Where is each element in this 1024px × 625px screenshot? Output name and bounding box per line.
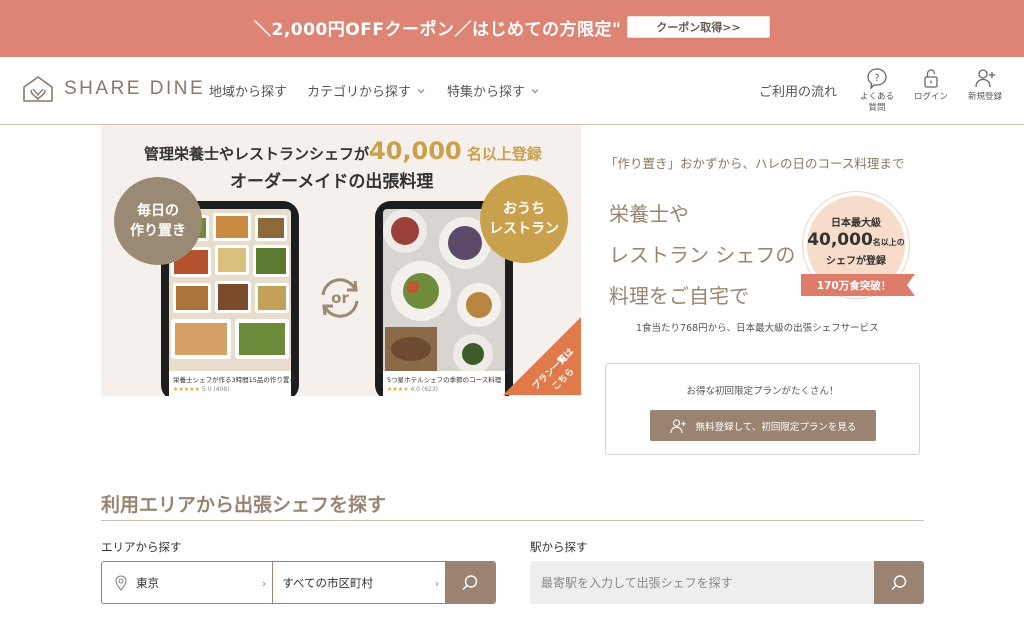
chevron-right-icon: › — [434, 577, 440, 590]
user-plus-icon — [975, 69, 995, 88]
map-pin-icon — [115, 575, 127, 591]
logo-house-icon — [23, 76, 53, 102]
nav-area-search[interactable]: 地域から探す — [209, 81, 287, 100]
rating-value: 5.0 (408) — [201, 386, 230, 393]
signup-label: 新規登録 — [967, 92, 1002, 102]
city-select[interactable]: すべての市区町村 › — [273, 562, 445, 603]
plan-list-corner-ribbon[interactable]: プラン一覧は こちら — [503, 315, 581, 395]
intro-tagline: 「作り置き」おかずから、ハレの日のコース料理まで — [605, 156, 905, 171]
seal-number: 40,000 — [807, 230, 873, 250]
plan-note: お得な初回限定プランがたくさん！ — [686, 386, 839, 397]
get-coupon-button[interactable]: クーポン取得>> — [627, 16, 770, 38]
area-search-box: 東京 › すべての市区町村 › — [101, 561, 496, 604]
section-divider — [101, 520, 924, 521]
faq-label: よくある 質問 — [859, 92, 894, 113]
logo[interactable]: SHARE DINE — [22, 75, 205, 103]
hero-title-line2: オーダーメイドの出張料理 — [230, 172, 434, 192]
seal-line3: シェフが登録 — [826, 256, 886, 267]
lock-icon — [924, 69, 938, 88]
usage-flow-link[interactable]: ご利用の流れ — [759, 81, 837, 100]
nav-label: 地域から探す — [209, 85, 288, 100]
promo-banner: ＼2,000円OFFクーポン／はじめての方限定" クーポン取得>> — [0, 0, 1024, 57]
headline-line: 料理をご自宅で — [609, 284, 749, 308]
hero-banner[interactable]: 管理栄養士やレストランシェフが40,000 名以上登録 オーダーメイドの出張料理… — [101, 125, 581, 396]
hero-title-line1: 管理栄養士やレストランシェフが40,000 名以上登録 — [144, 137, 542, 165]
nav-category-search[interactable]: カテゴリから探す — [307, 81, 427, 100]
signup-link[interactable]: 新規登録 — [960, 67, 1010, 103]
intro-headline: 栄養士や レストラン シェフの 料理をご自宅で — [609, 194, 795, 317]
station-search-label: 駅から探す — [530, 540, 588, 554]
hero-title-pre: 管理栄養士やレストランシェフが — [144, 145, 370, 163]
intro-subline: 1食当たり768円から、日本最大級の出張シェフサービス — [636, 323, 879, 334]
plan-card-title: 栄養士シェフが作る3時間15品の作り置き — [173, 376, 296, 384]
meals-served-ribbon: 170万食突破！ — [801, 274, 915, 296]
question-bubble-icon: ? — [867, 68, 887, 89]
badge-home-restaurant: おうち レストラン — [480, 175, 568, 263]
area-search-button[interactable] — [445, 562, 495, 603]
badge-daily-prep: 毎日の 作り置き — [114, 177, 202, 265]
search-icon — [462, 574, 478, 590]
svg-text:or: or — [331, 289, 349, 307]
area-search-label: エリアから探す — [101, 540, 182, 554]
free-signup-plan-button[interactable]: 無料登録して、初回限定プランを見る — [650, 410, 876, 441]
city-value: すべての市区町村 — [282, 575, 373, 590]
promo-text: ＼2,000円OFFクーポン／はじめての方限定" — [254, 20, 622, 40]
plan-card-rating: ★★★★★ 5.0 (408) — [173, 386, 287, 393]
first-time-plan-box: お得な初回限定プランがたくさん！ 無料登録して、初回限定プランを見る — [605, 363, 920, 455]
plan-card-title: 5つ星ホテルシェフの季節のコース料理 — [387, 376, 502, 384]
chevron-down-icon — [531, 88, 539, 93]
search-icon — [891, 574, 907, 590]
hero-title-number: 40,000 — [369, 137, 462, 165]
login-label: ログイン — [913, 92, 948, 102]
plan-card-right: 5つ星ホテルシェフの季節のコース料理 ★★★★ 4.0 (623) — [383, 371, 505, 396]
nav-label: カテゴリから探す — [307, 85, 412, 100]
station-search-input[interactable] — [530, 561, 874, 604]
plan-button-label: 無料登録して、初回限定プランを見る — [695, 421, 857, 433]
chevron-down-icon — [417, 88, 425, 93]
svg-text:?: ? — [874, 73, 879, 84]
chevron-right-icon: › — [261, 577, 267, 590]
prefecture-select[interactable]: 東京 › — [102, 562, 274, 603]
area-search-title: 利用エリアから出張シェフを探す — [101, 494, 387, 516]
seal-line1: 日本最大級 — [831, 218, 881, 229]
seal-number-line: 40,000名以上の — [807, 230, 905, 250]
logo-text: SHARE DINE — [64, 78, 206, 99]
login-link[interactable]: ログイン — [906, 67, 956, 103]
site-header: SHARE DINE 地域から探す カテゴリから探す 特集から探す ご利用の流れ… — [0, 57, 1024, 125]
station-search-button[interactable] — [874, 561, 924, 604]
user-plus-icon — [670, 418, 686, 433]
or-cycle-icon: or — [321, 278, 359, 318]
plan-card-left: 栄養士シェフが作る3時間15品の作り置き ★★★★★ 5.0 (408) — [169, 371, 296, 396]
station-search-box — [530, 561, 924, 604]
rating-stars: ★★★★★ — [173, 386, 200, 393]
headline-line: 栄養士や — [609, 202, 689, 226]
seal-number-suffix: 名以上の — [872, 238, 905, 247]
hero-title-post: 名以上登録 — [466, 145, 542, 163]
rating-value: 4.0 (623) — [410, 386, 439, 393]
plan-card-rating: ★★★★ 4.0 (623) — [387, 386, 501, 393]
nav-feature-search[interactable]: 特集から探す — [447, 81, 541, 100]
nav-label: 特集から探す — [447, 85, 526, 100]
rating-stars: ★★★★ — [387, 386, 409, 393]
prefecture-value: 東京 — [136, 575, 159, 590]
headline-line: レストラン シェフの — [609, 243, 796, 267]
main-nav: 地域から探す カテゴリから探す 特集から探す — [209, 81, 561, 100]
faq-link[interactable]: ? よくある 質問 — [852, 67, 902, 114]
